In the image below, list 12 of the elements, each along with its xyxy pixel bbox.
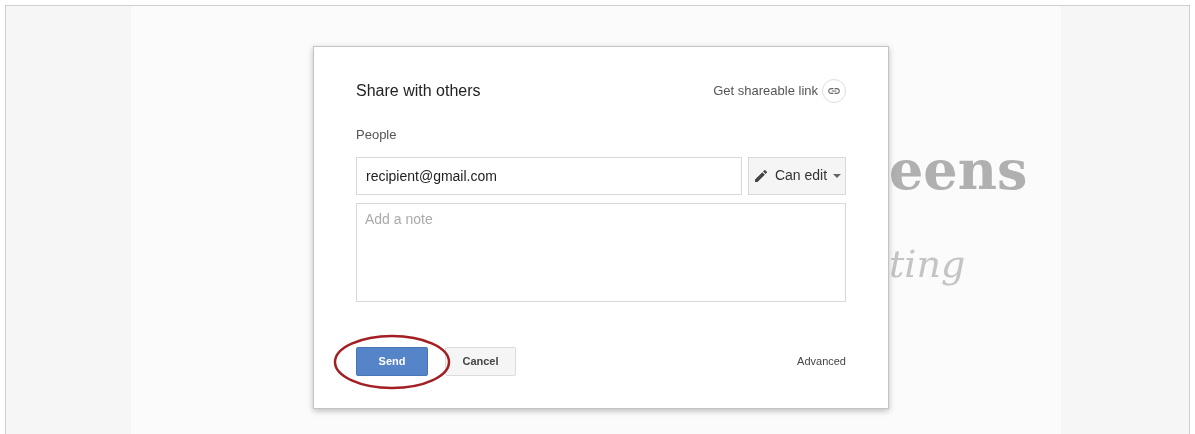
note-field[interactable]: Add a note (356, 202, 846, 302)
shareable-link-button[interactable]: Get shareable link (713, 79, 846, 103)
cancel-button[interactable]: Cancel (445, 346, 516, 376)
advanced-link[interactable]: Advanced (797, 352, 846, 370)
dialog-title: Share with others (356, 81, 481, 101)
recipient-field[interactable]: recipient@gmail.com (356, 156, 742, 195)
permission-dropdown[interactable]: Can edit (748, 156, 846, 195)
send-button[interactable]: Send (356, 346, 428, 376)
document-title: eens (889, 138, 1028, 202)
pencil-icon (752, 167, 769, 184)
caret-icon (833, 173, 842, 178)
people-label: People (356, 126, 397, 144)
